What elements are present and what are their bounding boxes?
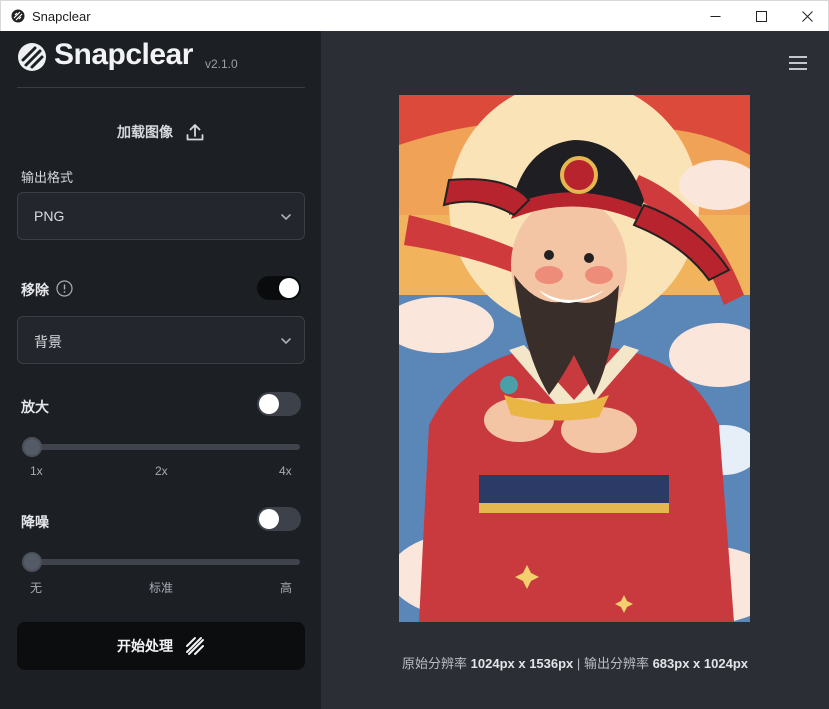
minimize-icon bbox=[710, 16, 720, 17]
info-icon[interactable] bbox=[56, 280, 73, 297]
original-resolution-label: 原始分辨率 bbox=[402, 656, 468, 671]
slider-track bbox=[22, 559, 300, 565]
hamburger-menu-icon[interactable] bbox=[788, 55, 808, 71]
upscale-tick-1x: 1x bbox=[30, 464, 43, 478]
denoise-toggle[interactable] bbox=[257, 507, 301, 531]
output-format-label: 输出格式 bbox=[21, 170, 74, 185]
minimize-button[interactable] bbox=[692, 1, 738, 32]
chevron-down-icon bbox=[281, 338, 291, 345]
load-image-label: 加载图像 bbox=[117, 124, 173, 140]
version-label: v2.1.0 bbox=[205, 57, 238, 71]
close-button[interactable] bbox=[784, 1, 829, 32]
snapclear-logo-icon bbox=[18, 43, 46, 71]
denoise-tick-high: 高 bbox=[280, 581, 293, 595]
upscale-toggle[interactable] bbox=[257, 392, 301, 416]
toggle-knob bbox=[259, 394, 279, 414]
remove-target-value: 背景 bbox=[34, 334, 62, 350]
remove-toggle[interactable] bbox=[257, 276, 301, 300]
slider-track bbox=[22, 444, 300, 450]
resolution-separator: | bbox=[576, 656, 581, 671]
output-format-value: PNG bbox=[34, 208, 65, 224]
chevron-down-icon bbox=[281, 214, 291, 221]
slider-thumb[interactable] bbox=[22, 552, 42, 572]
close-icon bbox=[801, 11, 813, 22]
app-icon bbox=[11, 9, 25, 23]
original-resolution-value: 1024px x 1536px bbox=[470, 656, 574, 671]
maximize-button[interactable] bbox=[738, 1, 784, 32]
denoise-label: 降噪 bbox=[21, 514, 49, 530]
hatch-icon bbox=[186, 637, 204, 655]
slider-thumb[interactable] bbox=[22, 437, 42, 457]
upload-icon bbox=[186, 124, 204, 141]
output-resolution-value: 683px x 1024px bbox=[652, 656, 748, 671]
maximize-icon bbox=[755, 11, 767, 22]
remove-label: 移除 bbox=[21, 282, 49, 298]
upscale-tick-2x: 2x bbox=[155, 464, 168, 478]
output-format-select[interactable]: PNG bbox=[17, 192, 305, 240]
divider bbox=[17, 87, 305, 88]
upscale-label: 放大 bbox=[21, 399, 49, 415]
denoise-tick-none: 无 bbox=[30, 581, 43, 595]
brand-name: Snapclear bbox=[54, 38, 193, 71]
load-image-button[interactable]: 加载图像 bbox=[17, 120, 305, 144]
denoise-tick-standard: 标准 bbox=[149, 581, 174, 595]
title-bar: Snapclear bbox=[0, 0, 829, 31]
output-resolution-label: 输出分辨率 bbox=[583, 656, 649, 671]
window-title: Snapclear bbox=[32, 9, 91, 24]
upscale-slider[interactable] bbox=[22, 437, 300, 457]
resolution-info: 原始分辨率 1024px x 1536px | 输出分辨率 683px x 10… bbox=[321, 653, 829, 672]
start-processing-button[interactable]: 开始处理 bbox=[17, 622, 305, 670]
toggle-knob bbox=[279, 278, 299, 298]
denoise-slider[interactable] bbox=[22, 552, 300, 572]
remove-target-select[interactable]: 背景 bbox=[17, 316, 305, 364]
upscale-tick-4x: 4x bbox=[279, 464, 292, 478]
image-preview bbox=[399, 95, 750, 622]
toggle-knob bbox=[259, 509, 279, 529]
start-processing-label: 开始处理 bbox=[117, 638, 173, 654]
